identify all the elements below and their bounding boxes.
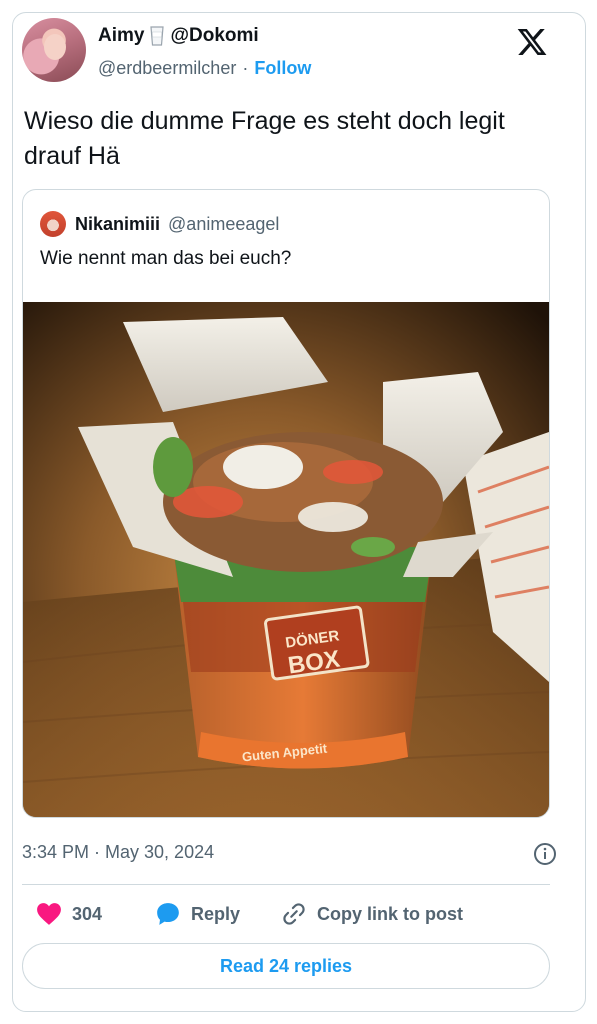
info-icon[interactable] bbox=[533, 842, 557, 866]
reply-label: Reply bbox=[191, 903, 241, 924]
action-bar: 304 Reply Copy link to post bbox=[22, 900, 550, 928]
like-count: 304 bbox=[72, 903, 103, 924]
divider bbox=[22, 884, 550, 885]
quoted-author-name[interactable]: Nikanimiii bbox=[75, 214, 160, 235]
milk-glass-icon bbox=[150, 26, 165, 46]
x-logo-icon[interactable] bbox=[516, 26, 548, 58]
quoted-author-avatar[interactable] bbox=[40, 211, 66, 237]
follow-button[interactable]: Follow bbox=[254, 58, 311, 79]
quoted-author-handle[interactable]: @animeeagel bbox=[168, 214, 279, 235]
quoted-author-row: Nikanimiii @animeeagel bbox=[75, 212, 279, 236]
author-name-row: Aimy @Dokomi bbox=[98, 24, 259, 48]
quoted-tweet-text: Wie nennt man das bei euch? bbox=[40, 248, 292, 269]
reply-button[interactable]: Reply bbox=[155, 900, 240, 928]
copy-link-label: Copy link to post bbox=[317, 903, 463, 924]
read-replies-label: Read 24 replies bbox=[219, 955, 353, 976]
author-name-suffix[interactable]: @Dokomi bbox=[170, 25, 258, 47]
quoted-tweet[interactable]: Nikanimiii @animeeagel Wie nennt man das… bbox=[22, 189, 550, 818]
like-button[interactable]: 304 bbox=[36, 900, 102, 928]
author-handle-row: @erdbeermilcher · Follow bbox=[98, 56, 311, 80]
reply-bubble-icon bbox=[157, 903, 179, 925]
author-display-name[interactable]: Aimy bbox=[98, 25, 144, 47]
author-avatar[interactable] bbox=[22, 18, 86, 82]
link-icon bbox=[283, 903, 305, 925]
heart-icon bbox=[37, 903, 61, 925]
read-replies-button[interactable]: Read 24 replies bbox=[22, 943, 550, 989]
tweet-timestamp[interactable]: 3:34 PM · May 30, 2024 bbox=[22, 842, 214, 863]
quoted-photo[interactable]: DÖNER BOX Guten Appetit bbox=[23, 302, 549, 818]
tweet-text: Wieso die dumme Frage es steht doch legi… bbox=[24, 107, 505, 170]
copy-link-button[interactable]: Copy link to post bbox=[281, 900, 463, 928]
handle-separator: · bbox=[242, 57, 249, 78]
author-handle[interactable]: @erdbeermilcher bbox=[98, 58, 236, 79]
